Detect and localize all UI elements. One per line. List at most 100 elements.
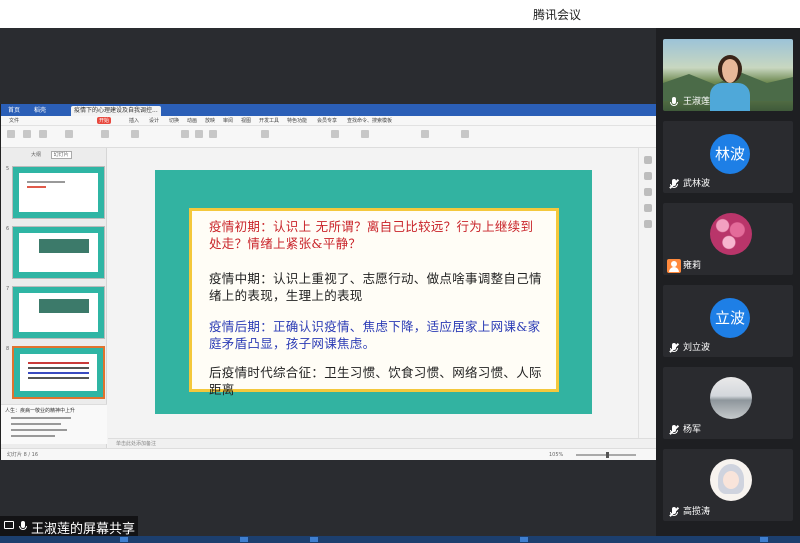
paragraph-mid-stage[interactable]: 疫情中期：认识上重视了、志愿行动、做点啥事调整自己情绪上的表现，生理上的表现 [209,270,546,304]
thumb-lines [27,181,90,191]
participant-name: 刘立波 [683,343,711,353]
italic-icon[interactable] [195,130,203,138]
tab-docer[interactable]: 稻壳 [31,106,49,116]
menu-view[interactable]: 视图 [241,117,251,124]
participant-tile[interactable]: 高揽涛 [663,449,793,521]
slide-canvas[interactable]: 疫情初期：认识上 无所谓？离自己比较远？行为上继续到处走？情绪上紧张&平静？ 疫… [108,148,638,438]
slide-text-box[interactable]: 疫情初期：认识上 无所谓？离自己比较远？行为上继续到处走？情绪上紧张&平静？ 疫… [189,208,559,397]
mic-muted-icon [669,507,679,517]
thumb-number: 7 [6,286,10,292]
meeting-dark-area [0,28,656,100]
notes-field[interactable]: 单击此处添加备注 [108,438,657,448]
paragraph-late-stage[interactable]: 疫情后期：正确认识疫情、焦虑下降，适应居家上网课&家庭矛盾凸显，孩子网课焦虑。 [209,318,546,352]
new-slide-icon[interactable] [65,130,73,138]
meeting-title-bar: 腾讯会议 [0,0,800,28]
paragraph-post-epidemic[interactable]: 后疫情时代综合征：卫生习惯、饮食习惯、网络习惯、人际距离 [209,364,546,398]
tool-icon[interactable] [644,156,652,164]
slide-thumbnail-pane: 大纲 幻灯片 5 6 7 8 人生：疾病一敬业的精神中上升 [1,148,107,448]
tool-icon[interactable] [644,204,652,212]
preview-line [11,435,55,437]
menu-insert[interactable]: 插入 [129,117,139,124]
taskbar-app-icon[interactable] [240,537,248,542]
tab-home[interactable]: 首页 [5,106,23,116]
menu-slideshow[interactable]: 放映 [205,117,215,124]
wps-toolbar [1,126,657,148]
copy-icon[interactable] [39,130,47,138]
participant-tile[interactable]: 立波 刘立波 [663,285,793,357]
cut-icon[interactable] [23,130,31,138]
thumb-lines [28,362,89,382]
command-search[interactable]: 查找命令、搜索模板 [347,117,392,124]
right-tool-strip [638,148,657,438]
hospital-banner [39,239,89,253]
menu-home[interactable]: 开始 [97,117,112,124]
paragraph-early-stage[interactable]: 疫情初期：认识上 无所谓？离自己比较远？行为上继续到处走？情绪上紧张&平静？ [209,218,546,252]
hospital-banner [39,299,89,313]
mic-muted-icon [669,179,679,189]
avatar [710,459,752,501]
paste-icon[interactable] [7,130,15,138]
participant-name: 雍莉 [683,261,702,271]
menu-review[interactable]: 审阅 [223,117,233,124]
menu-animation[interactable]: 动画 [187,117,197,124]
shared-screen: 首页 稻壳 疫情下的心理建设及自我调控... 文件 开始 插入 设计 切换 动画… [0,104,657,460]
next-slide-title: 人生：疾病一敬业的精神中上升 [5,408,76,414]
tool-icon[interactable] [644,188,652,196]
slide-thumbnail-5[interactable] [12,166,105,219]
participant-list: 王淑莲 林波 武林波 雍莉 立波 刘立波 杨军 高揽涛 [656,28,800,543]
participant-name: 王淑莲 [683,97,711,107]
host-icon [667,259,681,273]
taskbar [0,536,800,543]
slide[interactable]: 疫情初期：认识上 无所谓？离自己比较远？行为上继续到处走？情绪上紧张&平静？ 疫… [155,170,592,414]
participant-tile[interactable]: 林波 武林波 [663,121,793,193]
participant-name: 杨军 [683,425,702,435]
thumb-number: 8 [6,346,10,352]
menu-design[interactable]: 设计 [149,117,159,124]
slide-thumbnail-6[interactable] [12,226,105,279]
status-bar: 幻灯片 8 / 16 105% [1,448,657,460]
taskbar-app-icon[interactable] [760,537,768,542]
avatar: 林波 [710,134,750,174]
find-icon[interactable] [461,130,469,138]
textbox-icon[interactable] [331,130,339,138]
thumb-content [19,233,98,272]
mic-muted-icon [669,425,679,435]
menu-file[interactable]: 文件 [9,117,19,124]
tab-outline[interactable]: 大纲 [31,152,41,158]
thumb-number: 6 [6,226,10,232]
underline-icon[interactable] [209,130,217,138]
bold-icon[interactable] [181,130,189,138]
participant-tile[interactable]: 王淑莲 [663,39,793,111]
participant-person [710,49,750,111]
menu-vip[interactable]: 会员专享 [317,117,337,124]
screen-share-indicator[interactable]: 王淑莲的屏幕共享 [0,516,138,537]
shape-icon[interactable] [361,130,369,138]
tool-icon[interactable] [644,220,652,228]
arrange-icon[interactable] [421,130,429,138]
thumb-content [19,293,98,332]
zoom-slider-handle[interactable] [606,452,609,458]
zoom-level[interactable]: 105% [549,449,563,461]
slide-thumbnail-8[interactable] [12,346,105,399]
tab-document[interactable]: 疫情下的心理建设及自我调控... [71,106,161,116]
mic-icon [669,97,679,107]
slide-thumbnail-7[interactable] [12,286,105,339]
menu-transition[interactable]: 切换 [169,117,179,124]
align-icon[interactable] [261,130,269,138]
tab-slides[interactable]: 幻灯片 [50,151,72,159]
mic-icon [18,521,28,531]
taskbar-app-icon[interactable] [120,537,128,542]
taskbar-app-icon[interactable] [520,537,528,542]
menu-features[interactable]: 特色功能 [287,117,307,124]
wps-tab-bar: 首页 稻壳 疫情下的心理建设及自我调控... [1,104,657,116]
thumb-number: 5 [6,166,10,172]
taskbar-app-icon[interactable] [310,537,318,542]
layout-icon[interactable] [101,130,109,138]
preview-line [11,423,61,425]
participant-tile[interactable]: 杨军 [663,367,793,439]
reset-icon[interactable] [131,130,139,138]
menu-developer[interactable]: 开发工具 [259,117,279,124]
participant-tile[interactable]: 雍莉 [663,203,793,275]
tool-icon[interactable] [644,172,652,180]
next-slide-preview[interactable]: 人生：疾病一敬业的精神中上升 [1,404,107,444]
